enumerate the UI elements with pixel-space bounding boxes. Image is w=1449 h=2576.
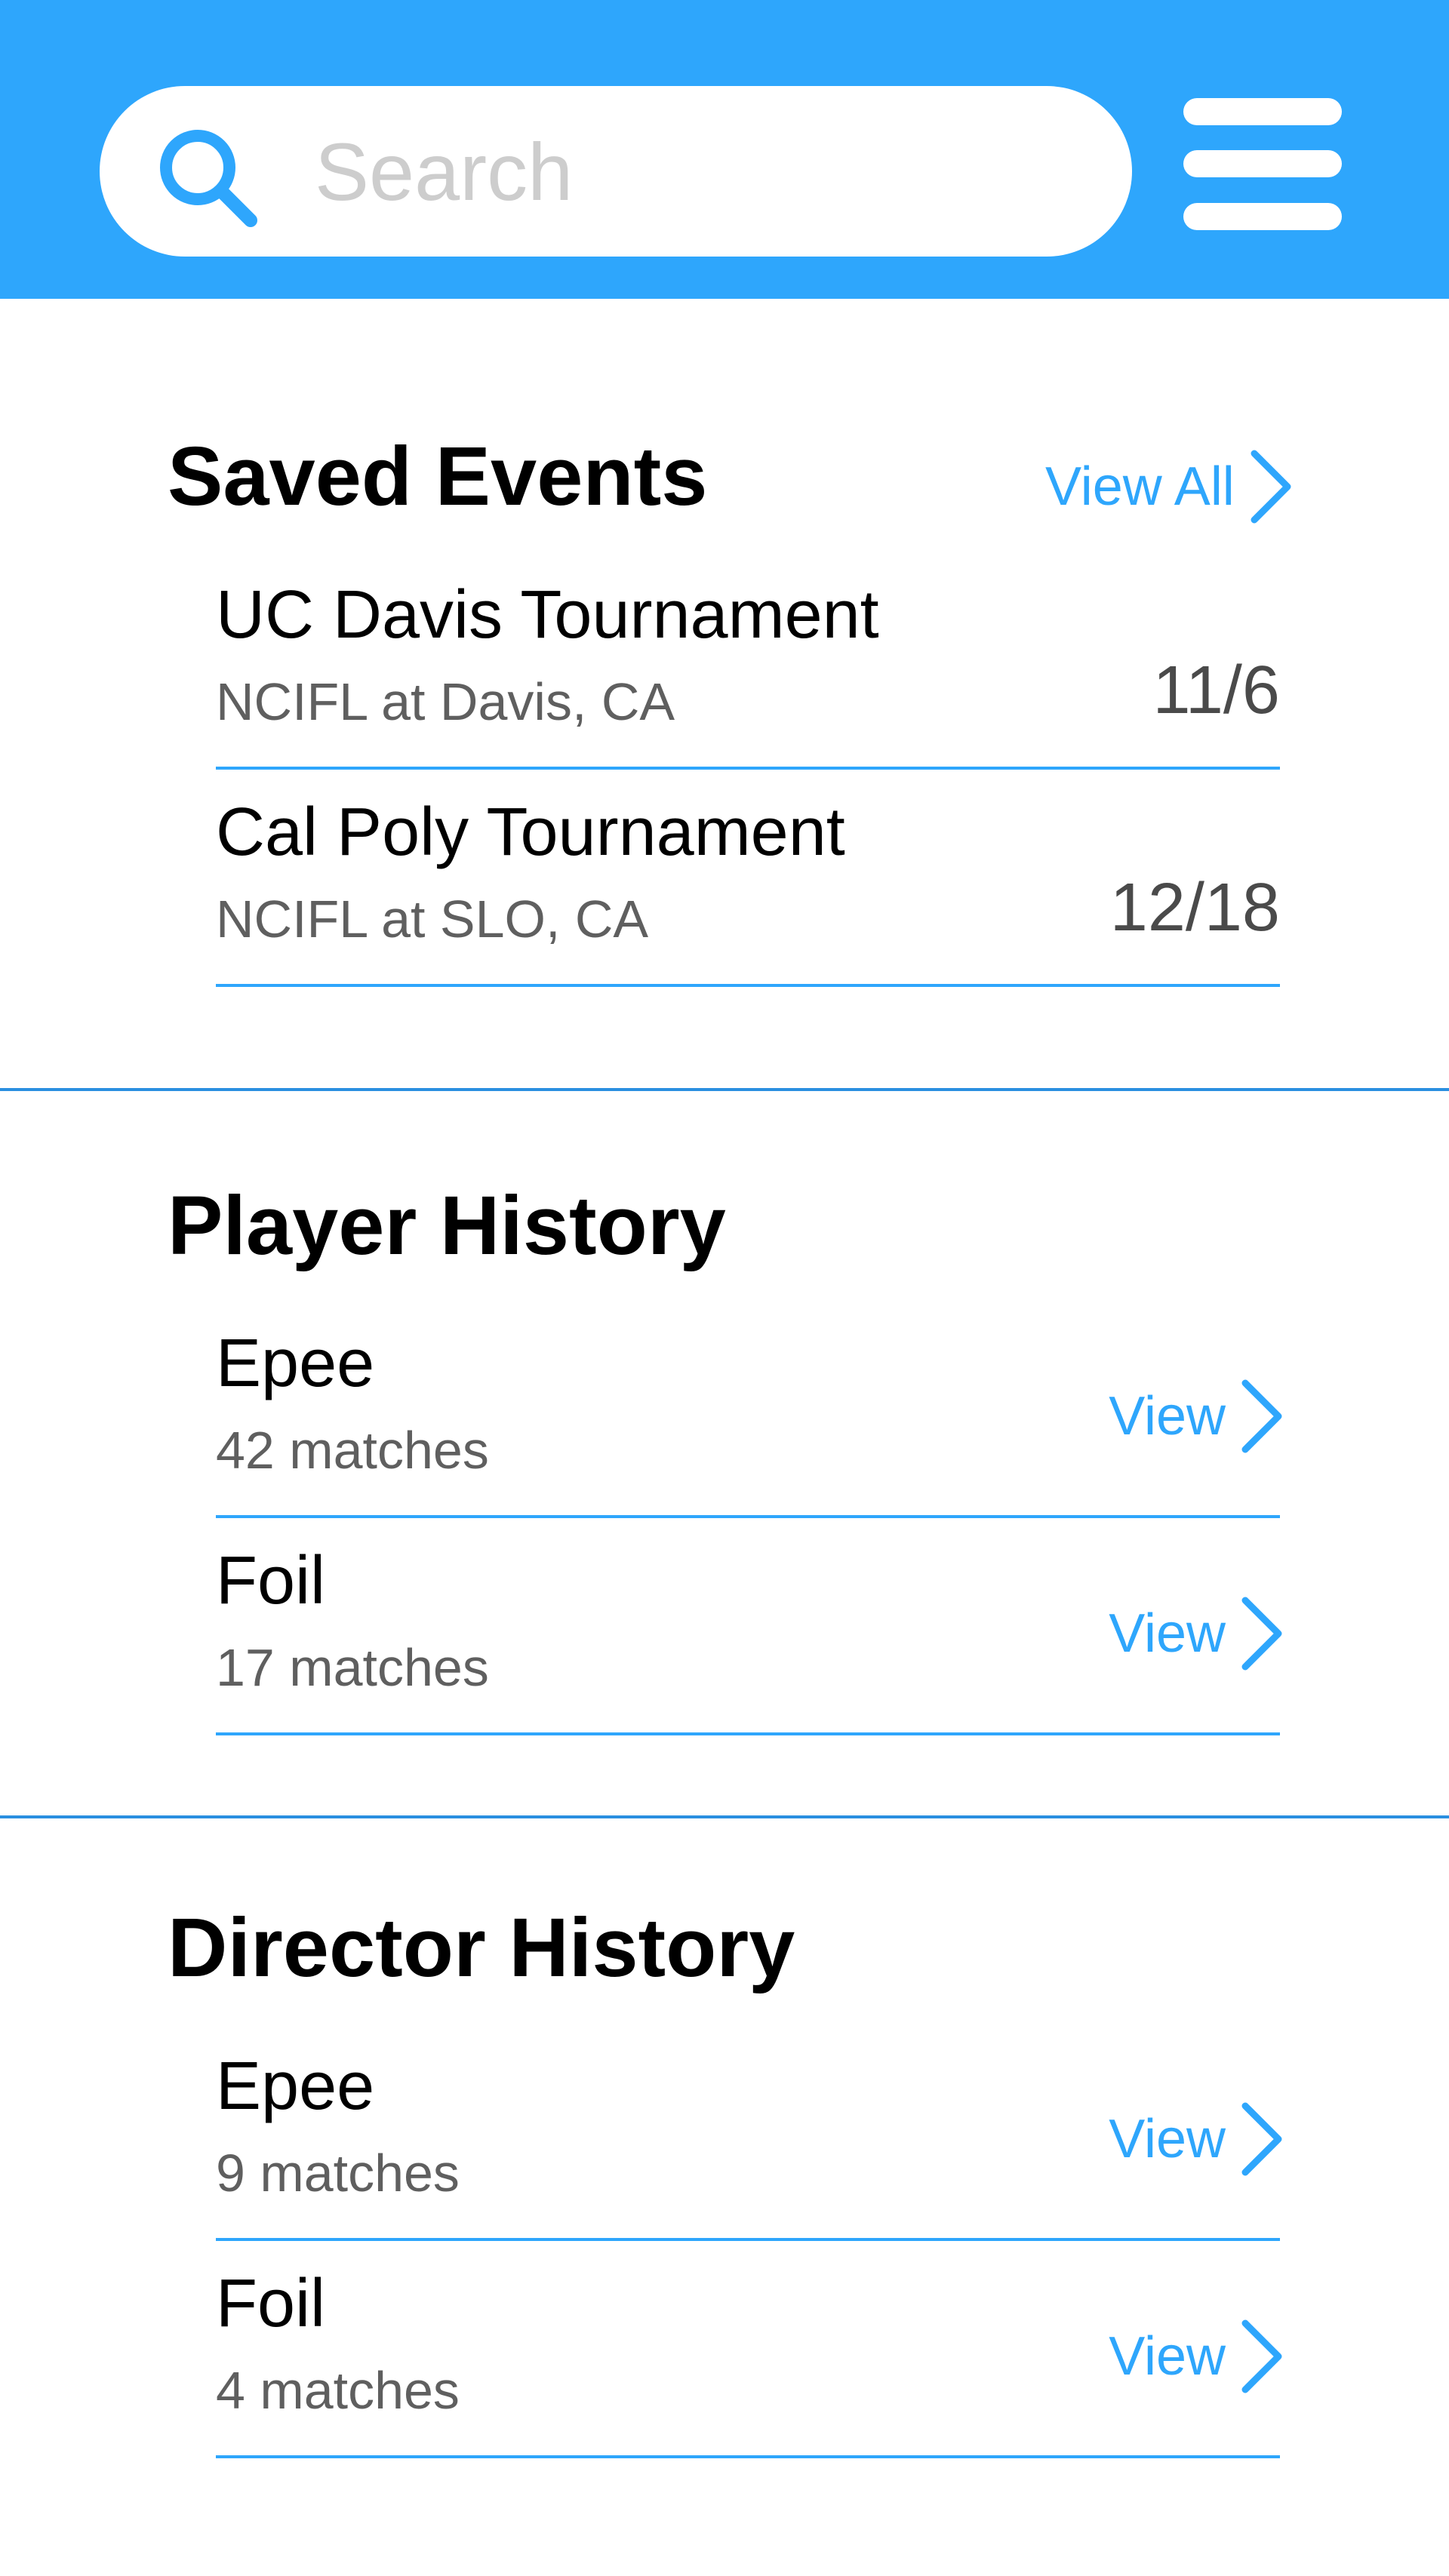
search-input[interactable] [315, 111, 1077, 232]
event-date: 11/6 [1152, 653, 1281, 728]
event-date: 12/18 [1109, 870, 1280, 945]
event-name: UC Davis Tournament [216, 577, 879, 653]
player-history-row-foil[interactable]: Foil 17 matches View [216, 1543, 1282, 1735]
chevron-right-icon [1241, 1379, 1282, 1453]
match-count: 17 matches [216, 1638, 489, 1697]
weapon-name: Epee [216, 1326, 375, 1401]
view-label: View [1109, 2326, 1226, 2387]
search-bar[interactable] [100, 86, 1132, 257]
section-divider [0, 1088, 1449, 1091]
view-all-link[interactable]: View All [1045, 449, 1294, 524]
weapon-name: Foil [216, 2266, 326, 2341]
menu-bar-top [1183, 98, 1342, 125]
weapon-name: Foil [216, 1543, 326, 1618]
view-label: View [1109, 1386, 1226, 1446]
match-count: 4 matches [216, 2361, 460, 2420]
director-history-row-foil[interactable]: Foil 4 matches View [216, 2266, 1282, 2458]
view-link[interactable]: View [1109, 2319, 1284, 2394]
event-location: NCIFL at Davis, CA [216, 672, 675, 731]
menu-bar-bottom [1183, 203, 1342, 230]
match-count: 42 matches [216, 1421, 489, 1480]
chevron-right-icon [1241, 2102, 1282, 2176]
view-link[interactable]: View [1109, 1596, 1284, 1671]
menu-bar-middle [1183, 150, 1342, 177]
chevron-right-icon [1241, 2319, 1282, 2393]
saved-events-title: Saved Events [168, 430, 708, 523]
player-history-title: Player History [168, 1179, 726, 1272]
event-name: Cal Poly Tournament [216, 795, 845, 870]
section-divider [0, 1815, 1449, 1818]
app-header [0, 0, 1449, 299]
chevron-right-icon [1251, 450, 1291, 524]
match-count: 9 matches [216, 2144, 460, 2203]
player-history-row-epee[interactable]: Epee 42 matches View [216, 1326, 1282, 1518]
saved-event-row-cal-poly[interactable]: Cal Poly Tournament NCIFL at SLO, CA 12/… [216, 798, 1280, 987]
director-history-row-epee[interactable]: Epee 9 matches View [216, 2049, 1282, 2241]
director-history-title: Director History [168, 1901, 795, 1994]
chevron-right-icon [1241, 1597, 1282, 1671]
event-location: NCIFL at SLO, CA [216, 890, 649, 948]
weapon-name: Epee [216, 2049, 375, 2124]
saved-event-row-uc-davis[interactable]: UC Davis Tournament NCIFL at Davis, CA 1… [216, 581, 1280, 770]
hamburger-menu-icon[interactable] [1183, 98, 1342, 230]
view-label: View [1109, 2109, 1226, 2169]
view-label: View [1109, 1603, 1226, 1664]
view-link[interactable]: View [1109, 2101, 1284, 2177]
view-link[interactable]: View [1109, 1379, 1284, 1454]
view-all-label: View All [1045, 456, 1235, 517]
search-icon [160, 130, 257, 227]
